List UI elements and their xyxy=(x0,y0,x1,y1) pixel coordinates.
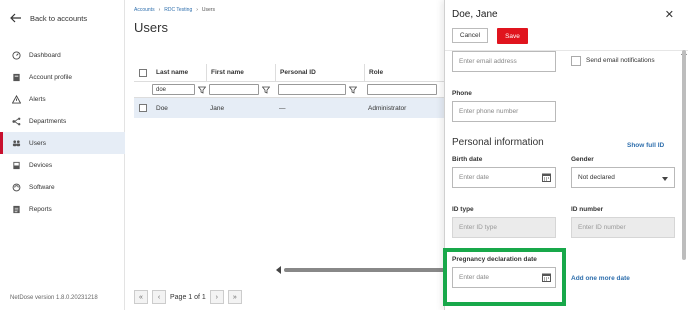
calendar-icon[interactable] xyxy=(542,273,551,282)
back-label: Back to accounts xyxy=(30,13,88,23)
role-filter-input[interactable] xyxy=(367,84,437,95)
table-header: Last name First name Personal ID Role xyxy=(134,64,444,82)
sidebar-item-label: Software xyxy=(29,183,55,191)
sidebar-item-departments[interactable]: Departments xyxy=(0,110,125,132)
devices-icon xyxy=(12,161,21,170)
sidebar-item-dashboard[interactable]: Dashboard xyxy=(0,44,125,66)
users-table: Last name First name Personal ID Role do… xyxy=(134,64,444,118)
birth-date-input[interactable]: Enter date xyxy=(452,167,556,188)
dashboard-icon xyxy=(12,50,21,60)
phone-label: Phone xyxy=(452,90,472,97)
sidebar-item-reports[interactable]: Reports xyxy=(0,198,125,220)
cell-first-name: Jane xyxy=(210,104,225,112)
gender-label: Gender xyxy=(571,156,594,163)
id-type-label: ID type xyxy=(452,206,474,213)
drawer-title: Doe, Jane xyxy=(452,9,498,20)
arrow-left-icon xyxy=(10,13,21,23)
breadcrumb-accounts[interactable]: Accounts xyxy=(134,7,155,13)
pregnancy-date-label: Pregnancy declaration date xyxy=(452,256,537,263)
sidebar-item-users[interactable]: Users xyxy=(0,132,125,154)
row-checkbox[interactable] xyxy=(139,104,147,112)
sidebar-item-label: Reports xyxy=(29,205,52,213)
scroll-left-arrow-icon[interactable] xyxy=(276,266,281,274)
filter-row: doe xyxy=(134,82,444,98)
alert-icon xyxy=(12,94,21,104)
add-one-more-date-link[interactable]: Add one more date xyxy=(571,275,630,282)
filter-icon[interactable] xyxy=(198,86,206,94)
personal-id-filter-input[interactable] xyxy=(278,84,346,95)
sidebar-item-account-profile[interactable]: Account profile xyxy=(0,66,125,88)
save-button[interactable]: Save xyxy=(497,28,528,44)
close-icon[interactable]: ✕ xyxy=(665,8,674,21)
cancel-button[interactable]: Cancel xyxy=(452,28,488,43)
breadcrumb-users: Users xyxy=(201,7,215,13)
column-header-personal-id[interactable]: Personal ID xyxy=(275,64,364,81)
sidebar-item-devices[interactable]: Devices xyxy=(0,154,125,176)
last-name-filter-input[interactable]: doe xyxy=(152,84,195,95)
sidebar-item-label: Departments xyxy=(29,117,67,125)
filter-icon[interactable] xyxy=(349,86,357,94)
id-number-input[interactable]: Enter ID number xyxy=(571,217,675,238)
cell-role: Administrator xyxy=(368,104,407,112)
breadcrumb-separator: › xyxy=(158,7,161,13)
first-name-filter-input[interactable] xyxy=(209,84,259,95)
user-edit-drawer: Doe, Jane ✕ Cancel Save Enter email addr… xyxy=(443,0,688,310)
sidebar-item-alerts[interactable]: Alerts xyxy=(0,88,125,110)
table-row[interactable]: Doe Jane — Administrator xyxy=(134,98,444,118)
previous-page-button[interactable]: ‹ xyxy=(152,290,166,304)
sidebar-item-label: Alerts xyxy=(29,95,46,103)
gender-value: Not declared xyxy=(578,174,615,181)
column-header-role[interactable]: Role xyxy=(364,64,444,81)
show-full-id-link[interactable]: Show full ID xyxy=(627,142,664,149)
last-page-button[interactable]: » xyxy=(227,290,242,304)
cell-personal-id: — xyxy=(279,104,286,112)
cell-last-name: Doe xyxy=(156,104,168,112)
main-content: Accounts › RDC Testing › Users Users Las… xyxy=(126,0,446,310)
chevron-down-icon xyxy=(662,177,668,181)
email-input[interactable]: Enter email address xyxy=(452,51,556,72)
column-header-first-name[interactable]: First name xyxy=(206,64,275,81)
pagination: « ‹ Page 1 of 1 › » xyxy=(134,290,242,304)
vertical-scrollbar[interactable] xyxy=(682,50,686,260)
pregnancy-date-input[interactable]: Enter date xyxy=(452,267,556,288)
birth-date-placeholder: Enter date xyxy=(459,174,489,181)
back-to-accounts-link[interactable]: Back to accounts xyxy=(10,12,87,24)
horizontal-scrollbar[interactable] xyxy=(276,266,446,274)
select-all-checkbox[interactable] xyxy=(139,68,147,77)
pregnancy-date-placeholder: Enter date xyxy=(459,274,489,281)
page-title: Users xyxy=(134,20,168,35)
sidebar-item-label: Dashboard xyxy=(29,51,61,59)
calendar-icon[interactable] xyxy=(542,173,551,182)
breadcrumb: Accounts › RDC Testing › Users xyxy=(134,7,215,13)
filter-icon[interactable] xyxy=(262,86,270,94)
phone-input[interactable]: Enter phone number xyxy=(452,101,556,122)
sidebar: Back to accounts Dashboard Account profi… xyxy=(0,0,125,310)
sidebar-item-label: Users xyxy=(29,139,46,147)
column-header-last-name[interactable]: Last name xyxy=(152,64,206,81)
software-icon xyxy=(12,183,21,192)
section-title: Personal information xyxy=(452,137,544,148)
send-email-checkbox[interactable] xyxy=(571,56,581,66)
account-profile-icon xyxy=(12,73,21,82)
first-page-button[interactable]: « xyxy=(134,290,148,304)
birth-date-label: Birth date xyxy=(452,156,483,163)
departments-icon xyxy=(12,117,21,126)
sidebar-nav: Dashboard Account profile Alerts Departm… xyxy=(0,44,125,220)
id-type-input[interactable]: Enter ID type xyxy=(452,217,556,238)
send-email-label: Send email notifications xyxy=(586,57,655,64)
reports-icon xyxy=(12,205,21,214)
gender-select[interactable]: Not declared xyxy=(571,167,675,188)
sidebar-item-label: Devices xyxy=(29,161,53,169)
sidebar-item-software[interactable]: Software xyxy=(0,176,125,198)
page-indicator: Page 1 of 1 xyxy=(170,293,206,301)
sidebar-item-label: Account profile xyxy=(29,73,72,81)
next-page-button[interactable]: › xyxy=(209,290,224,304)
breadcrumb-rdc-testing[interactable]: RDC Testing xyxy=(164,7,192,13)
version-text: NetDose version 1.8.0.20231218 xyxy=(10,295,98,301)
breadcrumb-separator: › xyxy=(196,7,198,13)
users-icon xyxy=(12,139,21,148)
scrollbar-thumb[interactable] xyxy=(284,268,446,272)
id-number-label: ID number xyxy=(571,206,604,213)
